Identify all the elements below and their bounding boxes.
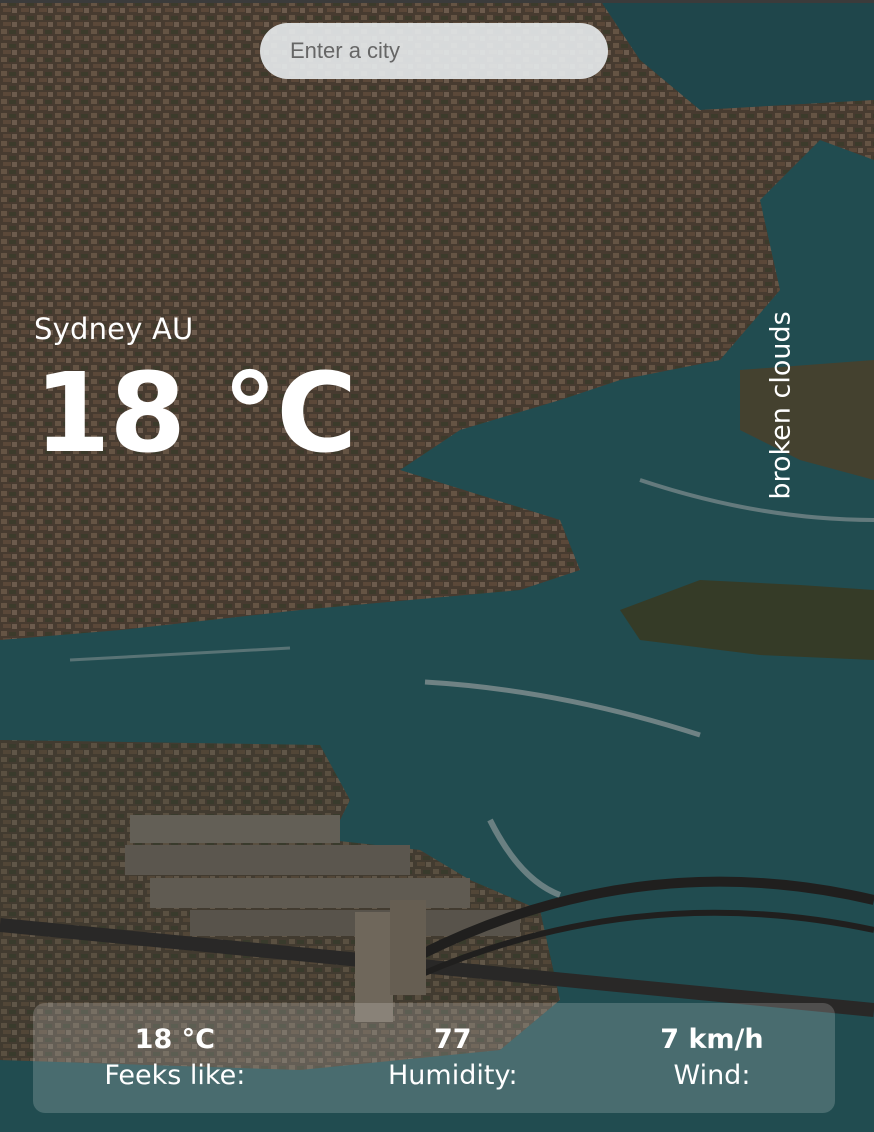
feels-like-label: Feeks like: <box>104 1060 246 1091</box>
weather-app: Sydney AU 18 °C broken clouds 18 °C Feek… <box>0 0 874 1132</box>
wind-value: 7 km/h <box>660 1024 764 1055</box>
weather-description: broken clouds <box>765 311 797 500</box>
feels-like-stat: 18 °C Feeks like: <box>104 1022 245 1094</box>
feels-like-value: 18 °C <box>134 1024 215 1055</box>
top-border <box>0 0 874 3</box>
weather-details-panel: 18 °C Feeks like: 77 Humidity: 7 km/h Wi… <box>33 1003 835 1113</box>
background-overlay <box>0 0 874 1132</box>
humidity-label: Humidity: <box>388 1060 518 1091</box>
wind-stat: 7 km/h Wind: <box>660 1022 763 1094</box>
humidity-stat: 77 Humidity: <box>388 1022 518 1094</box>
wind-label: Wind: <box>673 1060 751 1091</box>
city-name: Sydney AU <box>34 312 194 346</box>
city-search-input[interactable] <box>260 23 608 79</box>
current-temperature: 18 °C <box>34 349 357 477</box>
humidity-value: 77 <box>433 1024 472 1055</box>
